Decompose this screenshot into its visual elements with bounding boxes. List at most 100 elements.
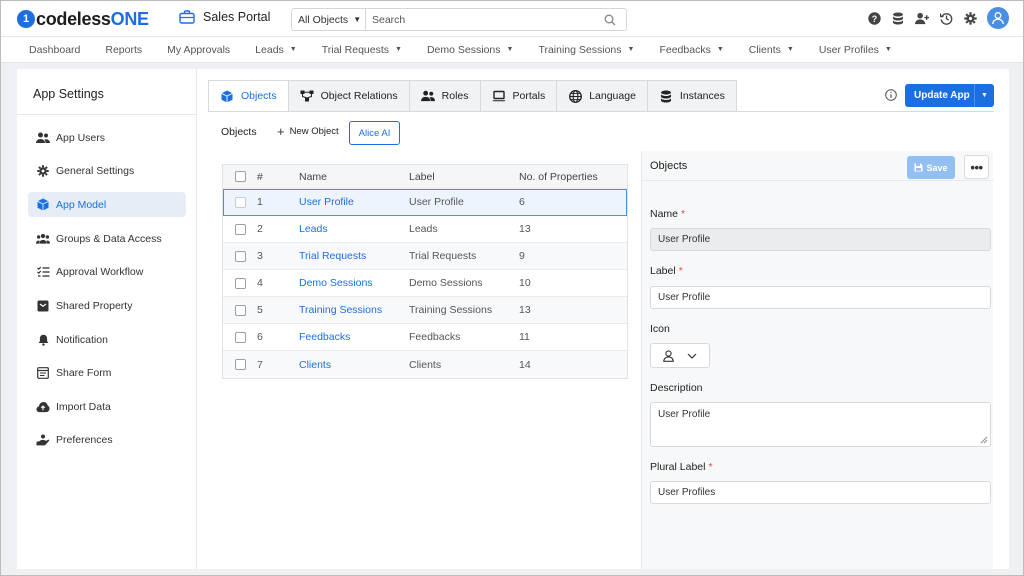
tab-object-relations[interactable]: Object Relations xyxy=(288,80,410,112)
object-name-link[interactable]: Leads xyxy=(299,223,409,235)
add-user-icon[interactable] xyxy=(915,11,929,25)
new-object-button[interactable]: + New Object xyxy=(277,123,339,139)
description-field[interactable]: User Profile xyxy=(650,402,991,447)
save-button[interactable]: Save xyxy=(907,156,955,179)
sidebar-item-app-model[interactable]: App Model xyxy=(28,192,186,217)
gear-icon xyxy=(36,164,50,178)
search-icon[interactable] xyxy=(600,14,620,26)
nav-demo-sessions[interactable]: Demo Sessions ▼ xyxy=(427,44,513,56)
row-checkbox[interactable] xyxy=(234,277,246,289)
object-name-link[interactable]: Demo Sessions xyxy=(299,277,409,289)
tab-roles[interactable]: Roles xyxy=(409,80,481,112)
nav-leads[interactable]: Leads ▼ xyxy=(255,44,297,56)
main-content: Objects Object Relations Roles Portals L… xyxy=(197,69,1009,569)
nav-dashboard[interactable]: Dashboard xyxy=(29,44,80,56)
save-icon xyxy=(914,163,923,172)
portal-switcher[interactable]: Sales Portal xyxy=(179,10,270,24)
sidebar-title: App Settings xyxy=(33,87,104,101)
row-checkbox[interactable] xyxy=(234,196,246,208)
table-row[interactable]: 1 User Profile User Profile 6 xyxy=(223,189,627,216)
table-row[interactable]: 4 Demo Sessions Demo Sessions 10 xyxy=(223,270,627,297)
table-header-row: # Name Label No. of Properties xyxy=(223,165,627,189)
table-row[interactable]: 5 Training Sessions Training Sessions 13 xyxy=(223,297,627,324)
sidebar-item-general-settings[interactable]: General Settings xyxy=(28,158,186,183)
app-logo[interactable]: 1 codelessONE xyxy=(17,9,149,29)
sidebar-item-share-form[interactable]: Share Form xyxy=(28,360,186,385)
table-row[interactable]: 2 Leads Leads 13 xyxy=(223,216,627,243)
plus-icon: + xyxy=(277,123,285,139)
table-row[interactable]: 7 Clients Clients 14 xyxy=(223,351,627,378)
sidebar-item-preferences[interactable]: Preferences xyxy=(28,427,186,452)
settings-icon[interactable] xyxy=(963,11,977,25)
column-header-label[interactable]: Label xyxy=(409,171,519,183)
nav-my-approvals[interactable]: My Approvals xyxy=(167,44,230,56)
object-name-link[interactable]: Feedbacks xyxy=(299,331,409,343)
row-checkbox[interactable] xyxy=(234,223,246,235)
row-checkbox[interactable] xyxy=(234,359,246,370)
globe-icon xyxy=(568,89,582,103)
more-options-button[interactable]: ••• xyxy=(964,155,989,179)
object-detail-panel: Objects Save ••• Name * User Profile Labe… xyxy=(641,151,994,569)
nav-trial-requests[interactable]: Trial Requests ▼ xyxy=(322,44,402,56)
icon-select[interactable] xyxy=(650,343,710,368)
select-all-checkbox[interactable] xyxy=(234,171,246,182)
cloud-upload-icon xyxy=(36,400,50,414)
sidebar-item-shared-property[interactable]: Shared Property xyxy=(28,293,186,318)
tab-instances[interactable]: Instances xyxy=(647,80,737,112)
tab-portals[interactable]: Portals xyxy=(480,80,558,112)
row-number: 2 xyxy=(257,223,263,235)
required-mark: * xyxy=(708,461,713,473)
nav-label: Leads xyxy=(255,43,284,56)
tab-language[interactable]: Language xyxy=(557,80,648,112)
relations-icon xyxy=(300,90,314,103)
top-bar: 1 codelessONE Sales Portal All Objects ▼… xyxy=(1,1,1023,37)
search-input[interactable] xyxy=(366,9,600,30)
table-row[interactable]: 3 Trial Requests Trial Requests 9 xyxy=(223,243,627,270)
sidebar-item-approval-workflow[interactable]: Approval Workflow xyxy=(28,259,186,284)
caret-down-icon[interactable]: ▼ xyxy=(974,84,994,107)
nav-training-sessions[interactable]: Training Sessions ▼ xyxy=(538,44,634,56)
object-name-link[interactable]: User Profile xyxy=(299,196,409,208)
tab-objects[interactable]: Objects xyxy=(208,80,289,112)
sidebar-item-app-users[interactable]: App Users xyxy=(28,125,186,150)
database-icon[interactable] xyxy=(891,11,905,25)
property-count: 9 xyxy=(519,250,525,262)
object-label: Clients xyxy=(409,358,442,371)
detail-header: Objects Save ••• xyxy=(642,151,994,181)
nav-reports[interactable]: Reports xyxy=(105,44,142,56)
column-header-name[interactable]: Name xyxy=(299,171,409,183)
table-row[interactable]: 6 Feedbacks Feedbacks 11 xyxy=(223,324,627,351)
row-checkbox[interactable] xyxy=(234,304,246,316)
row-checkbox[interactable] xyxy=(234,250,246,262)
object-name-link[interactable]: Clients xyxy=(299,359,409,371)
column-header-properties[interactable]: No. of Properties xyxy=(519,171,627,183)
update-app-button[interactable]: Update App ▼ xyxy=(905,84,994,107)
plural-label-field[interactable]: User Profiles xyxy=(650,481,991,504)
info-icon[interactable] xyxy=(885,89,897,101)
nav-clients[interactable]: Clients ▼ xyxy=(749,44,794,56)
label-field[interactable]: User Profile xyxy=(650,286,991,309)
object-name-link[interactable]: Trial Requests xyxy=(299,250,409,262)
tab-label: Portals xyxy=(512,90,546,102)
search-scope-select[interactable]: All Objects ▼ xyxy=(292,9,366,30)
caret-down-icon: ▼ xyxy=(716,46,724,53)
object-label: Leads xyxy=(409,223,438,235)
column-header-number[interactable]: # xyxy=(255,171,299,183)
sidebar-item-label: General Settings xyxy=(56,164,135,177)
sidebar-item-import-data[interactable]: Import Data xyxy=(28,394,186,419)
user-avatar[interactable] xyxy=(987,7,1009,29)
caret-down-icon: ▼ xyxy=(395,46,402,53)
object-name-link[interactable]: Training Sessions xyxy=(299,304,409,316)
row-checkbox[interactable] xyxy=(234,331,246,343)
nav-feedbacks[interactable]: Feedbacks ▼ xyxy=(659,44,723,56)
sidebar-item-notification[interactable]: Notification xyxy=(28,327,186,352)
checklist-icon xyxy=(36,265,50,279)
nav-label: User Profiles xyxy=(818,43,879,56)
sidebar-item-groups-data-access[interactable]: Groups & Data Access xyxy=(28,226,186,251)
resize-handle-icon[interactable] xyxy=(980,436,988,444)
help-icon[interactable]: ? xyxy=(867,11,881,25)
sidebar-item-label: App Users xyxy=(56,131,106,144)
alice-ai-button[interactable]: Alice AI xyxy=(349,121,400,145)
history-icon[interactable] xyxy=(939,11,953,25)
nav-user-profiles[interactable]: User Profiles ▼ xyxy=(819,44,892,56)
